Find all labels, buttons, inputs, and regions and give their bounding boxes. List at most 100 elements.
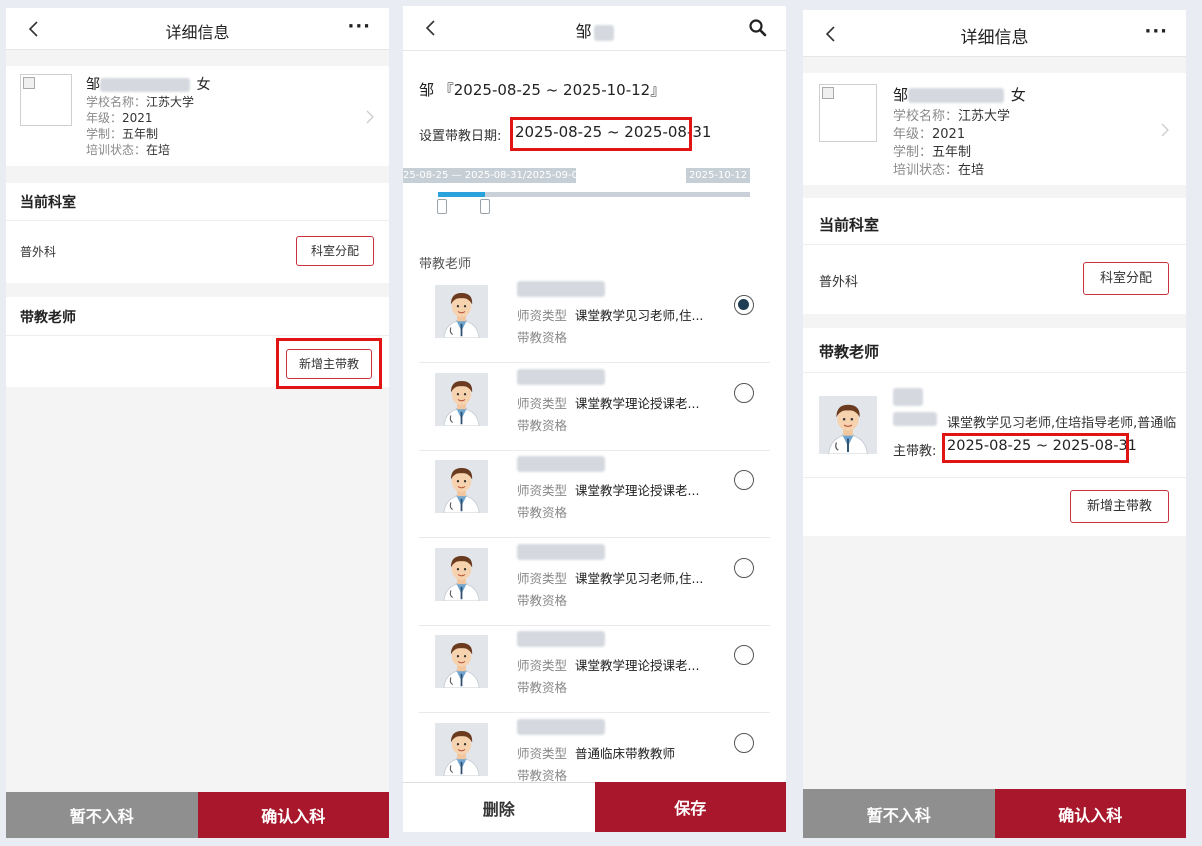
page-title: 详细信息 <box>165 23 230 42</box>
timeline-end-label: 2025-10-12 <box>686 168 750 183</box>
redacted-teacher-name <box>517 543 605 560</box>
delete-button[interactable]: 删除 <box>403 782 595 832</box>
teacher-avatar <box>435 547 488 601</box>
student-gender: 女 <box>1010 86 1026 104</box>
page-title: 邹 <box>463 18 726 42</box>
teacher-select-radio[interactable] <box>734 557 754 578</box>
more-menu-icon[interactable]: ··· <box>347 16 371 37</box>
student-surname: 邹 <box>893 86 909 104</box>
teacher-avatar <box>435 635 488 688</box>
doctor-avatar-icon <box>435 285 488 338</box>
more-menu-icon[interactable]: ··· <box>1144 21 1168 42</box>
doctor-avatar-icon <box>435 460 488 513</box>
doctor-avatar-icon <box>435 723 488 776</box>
teacher-list-item[interactable]: 师资类型 课堂教学理论授课老... 带教资格 <box>419 450 770 538</box>
redacted-teacher-name <box>517 718 605 735</box>
divider <box>6 335 389 336</box>
redacted-name <box>908 88 1005 103</box>
teacher-type-key: 师资类型 <box>517 395 568 411</box>
teacher-type-key: 师资类型 <box>517 570 568 586</box>
teacher-type-line: 师资类型 普通临床带教教师 <box>517 743 675 762</box>
teacher-card: 带教老师 新增主带教 <box>6 297 389 389</box>
student-name-row: 邹 女 <box>86 74 210 94</box>
back-arrow-icon[interactable] <box>421 18 441 38</box>
teacher-type-line: 师资类型 课堂教学理论授课老... <box>517 655 699 674</box>
student-card[interactable]: 邹 女 学校名称：江苏大学 年级：2021 学制：五年制 培训状态：在培 <box>803 73 1186 185</box>
teacher-type-line: 师资类型 课堂教学见习老师,住... <box>517 568 703 587</box>
department-section-title: 当前科室 <box>819 216 880 234</box>
teacher-type-value: 课堂教学见习老师,住... <box>575 308 704 323</box>
teacher-type-line: 师资类型 课堂教学理论授课老... <box>517 393 699 412</box>
teacher-type-key: 师资类型 <box>517 658 568 673</box>
reject-entry-button[interactable]: 暂不入科 <box>6 792 198 838</box>
back-arrow-icon[interactable] <box>821 24 841 44</box>
student-photo <box>20 74 72 126</box>
teacher-avatar <box>435 285 488 338</box>
timeline-start-handle[interactable] <box>437 199 447 214</box>
teacher-select-radio[interactable] <box>734 295 754 315</box>
redacted-teacher-name <box>517 281 605 297</box>
teacher-list-item[interactable]: 师资类型 课堂教学理论授课老... 带教资格 <box>419 625 770 713</box>
teacher-type-key: 师资类型 <box>517 483 568 498</box>
teacher-avatar <box>819 396 877 454</box>
confirm-entry-button[interactable]: 确认入科 <box>197 792 389 838</box>
department-name: 普外科 <box>20 245 57 259</box>
broken-image-icon <box>23 77 35 89</box>
teacher-select-radio[interactable] <box>734 732 754 753</box>
chevron-right-icon <box>1161 123 1169 137</box>
detail-screen-initial: 详细信息 ··· 邹 女 学校名称：江苏大学 年级：2021 学制：五年制 培训… <box>6 8 389 838</box>
confirm-entry-button[interactable]: 确认入科 <box>994 789 1186 838</box>
teacher-type-value: 课堂教学理论授课老... <box>575 658 700 673</box>
top-bar: 详细信息 ··· <box>803 10 1186 57</box>
department-card: 当前科室 普外科 科室分配 <box>6 183 389 283</box>
teacher-types: 课堂教学见习老师,住培指导老师,普通临 <box>947 416 1177 431</box>
teacher-select-radio[interactable] <box>734 382 754 403</box>
set-date-label: 设置带教日期: <box>419 129 502 144</box>
teacher-qualification-key: 带教资格 <box>517 680 568 695</box>
teacher-list-item[interactable]: 师资类型 课堂教学见习老师,住... 带教资格 <box>419 538 770 626</box>
bottom-action-bar: 暂不入科 确认入科 <box>6 792 389 838</box>
status-line: 培训状态：在培 <box>893 163 985 178</box>
doctor-avatar-icon <box>819 396 877 454</box>
teacher-assign-screen: 邹 邹 『2025-08-25 ~ 2025-10-12』 设置带教日期: 20… <box>403 6 786 832</box>
back-arrow-icon[interactable] <box>24 19 44 39</box>
redacted-teacher-name <box>517 631 605 647</box>
highlight-box <box>942 433 1129 463</box>
student-name-row: 邹 女 <box>893 84 1026 105</box>
teacher-qualification-key: 带教资格 <box>517 417 568 433</box>
teacher-qualification-key: 带教资格 <box>517 330 568 345</box>
divider <box>803 477 1186 478</box>
search-icon[interactable] <box>748 18 768 38</box>
teacher-select-radio[interactable] <box>734 645 754 665</box>
timeline-selected-range <box>438 192 485 197</box>
timeline-end-handle[interactable] <box>479 199 490 214</box>
teacher-list-label: 带教老师 <box>419 257 472 272</box>
teacher-list-item[interactable]: 师资类型 课堂教学理论授课老... 带教资格 <box>419 363 770 451</box>
teacher-select-radio[interactable] <box>734 470 754 490</box>
bottom-action-bar: 删除 保存 <box>403 782 786 832</box>
grade-line: 年级：2021 <box>86 111 153 125</box>
top-bar: 详细信息 ··· <box>6 8 389 50</box>
student-photo <box>819 84 877 142</box>
divider <box>803 244 1186 245</box>
department-assign-button[interactable]: 科室分配 <box>296 236 374 266</box>
redacted-name <box>100 78 190 92</box>
student-card[interactable]: 邹 女 学校名称：江苏大学 年级：2021 学制：五年制 培训状态：在培 <box>6 66 389 166</box>
system-line: 学制：五年制 <box>86 127 159 141</box>
teacher-type-key: 师资类型 <box>517 745 568 761</box>
teacher-section-title: 带教老师 <box>819 343 880 361</box>
add-main-teacher-button[interactable]: 新增主带教 <box>1070 490 1169 523</box>
student-gender: 女 <box>196 77 211 93</box>
divider <box>803 372 1186 373</box>
top-bar: 邹 <box>403 6 786 51</box>
doctor-avatar-icon <box>435 548 488 601</box>
teacher-list-item[interactable]: 师资类型 课堂教学见习老师,住... 带教资格 <box>419 275 770 363</box>
save-button[interactable]: 保存 <box>594 782 786 832</box>
date-timeline[interactable]: 25-08-25 — 2025-08-31/2025-09-01 2025-10… <box>403 166 786 222</box>
bottom-action-bar: 暂不入科 确认入科 <box>803 789 1186 838</box>
detail-screen-assigned: 详细信息 ··· 邹 女 学校名称：江苏大学 年级：2021 学制：五年制 培训… <box>803 10 1186 838</box>
doctor-avatar-icon <box>435 635 488 688</box>
department-assign-button[interactable]: 科室分配 <box>1083 262 1169 295</box>
reject-entry-button[interactable]: 暂不入科 <box>803 789 995 838</box>
teacher-avatar <box>435 372 488 426</box>
